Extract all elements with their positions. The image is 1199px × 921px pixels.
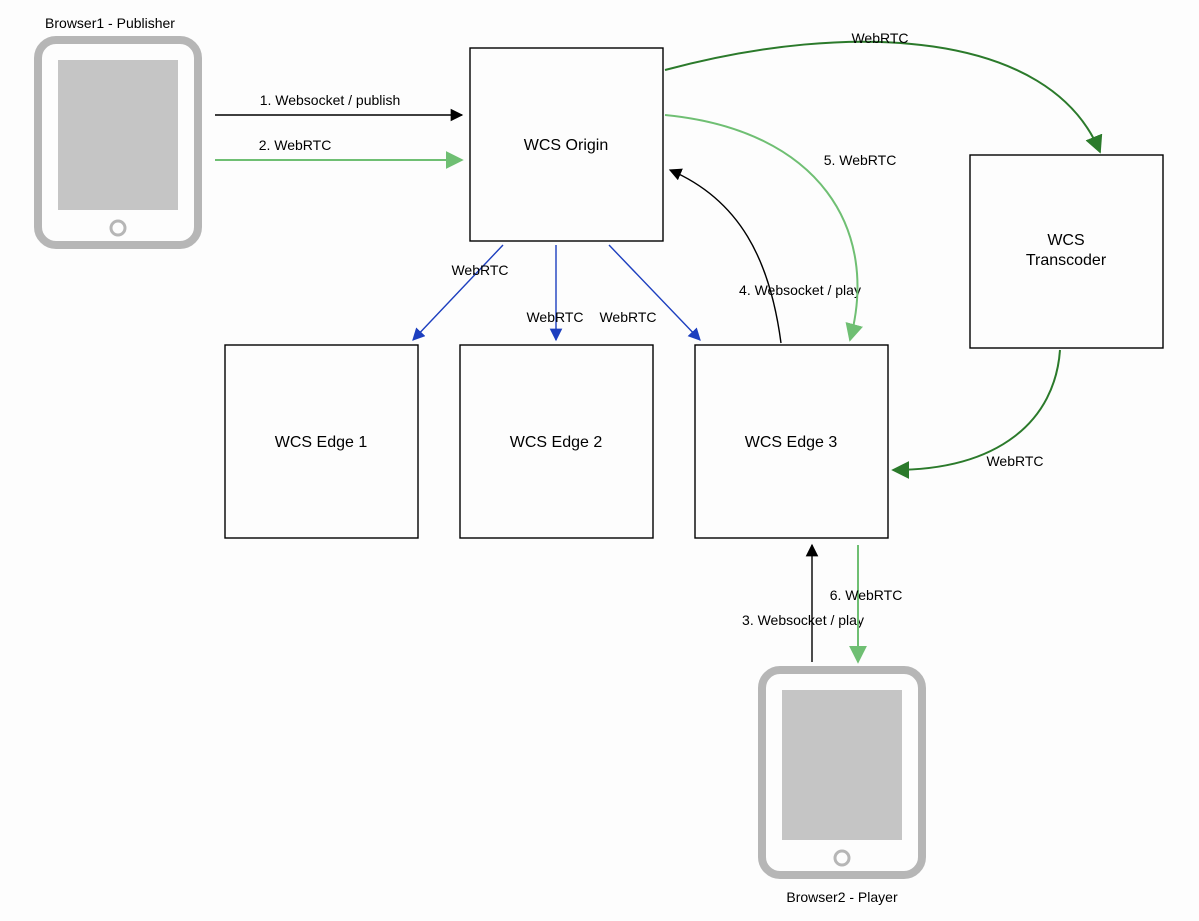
- wcs-edge1-node: WCS Edge 1: [225, 345, 418, 538]
- edge-6-webrtc: 6. WebRTC: [830, 545, 903, 662]
- edge-1-websocket-publish: 1. Websocket / publish: [215, 92, 462, 115]
- edge-5-label: 5. WebRTC: [824, 152, 897, 168]
- edge-origin-edge3-label: WebRTC: [599, 309, 656, 325]
- edge-2-webrtc: 2. WebRTC: [215, 137, 462, 160]
- browser2-label: Browser2 - Player: [786, 889, 898, 905]
- edge-1-label: 1. Websocket / publish: [260, 92, 401, 108]
- edge-6-label: 6. WebRTC: [830, 587, 903, 603]
- edge-origin-edge2: WebRTC: [526, 245, 583, 340]
- browser1-label: Browser1 - Publisher: [45, 15, 175, 31]
- edge-2-label: 2. WebRTC: [259, 137, 332, 153]
- edge-3-websocket-play: 3. Websocket / play: [742, 545, 864, 662]
- edge-4-websocket-play: 4. Websocket / play: [670, 170, 861, 343]
- edge-origin-edge1: WebRTC: [413, 245, 509, 340]
- edge-5-webrtc: 5. WebRTC: [665, 115, 896, 340]
- edge-4-label: 4. Websocket / play: [739, 282, 861, 298]
- edge-transcoder-edge3-label: WebRTC: [986, 453, 1043, 469]
- wcs-transcoder-label: WCS: [1047, 232, 1084, 249]
- wcs-edge2-label: WCS Edge 2: [510, 434, 603, 451]
- wcs-origin-node: WCS Origin: [470, 48, 663, 241]
- edge-origin-edge2-label: WebRTC: [526, 309, 583, 325]
- edge-origin-transcoder-label: WebRTC: [851, 30, 908, 46]
- wcs-transcoder-node: WCS Transcoder: [970, 155, 1163, 348]
- edge-origin-edge1-label: WebRTC: [451, 262, 508, 278]
- wcs-edge2-node: WCS Edge 2: [460, 345, 653, 538]
- edge-origin-transcoder: WebRTC: [665, 30, 1100, 152]
- browser2-device: Browser2 - Player: [762, 670, 922, 905]
- edge-3-label: 3. Websocket / play: [742, 612, 864, 628]
- wcs-edge3-node: WCS Edge 3: [695, 345, 888, 538]
- edge-origin-edge3: WebRTC: [599, 245, 700, 340]
- wcs-origin-label: WCS Origin: [524, 137, 608, 154]
- wcs-edge1-label: WCS Edge 1: [275, 434, 368, 451]
- wcs-edge3-label: WCS Edge 3: [745, 434, 838, 451]
- wcs-transcoder-label2: Transcoder: [1026, 252, 1107, 269]
- browser1-device: Browser1 - Publisher: [38, 15, 198, 245]
- edge-transcoder-edge3: WebRTC: [893, 350, 1060, 470]
